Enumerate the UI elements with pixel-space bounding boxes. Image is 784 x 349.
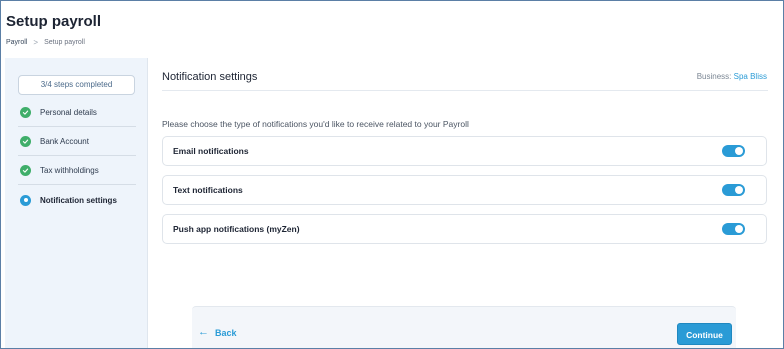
check-icon bbox=[20, 136, 31, 147]
breadcrumb-separator: > bbox=[33, 38, 39, 47]
push-notifications-toggle[interactable] bbox=[722, 223, 745, 235]
text-notifications-row: Text notifications bbox=[162, 175, 767, 205]
notification-label: Email notifications bbox=[173, 146, 249, 156]
step-personal-details[interactable]: Personal details bbox=[18, 99, 136, 127]
page-header: Setup payroll Payroll > Setup payroll bbox=[1, 1, 783, 51]
business-indicator: Business: Spa Bliss bbox=[697, 72, 767, 81]
wizard-footer: ← Back Continue bbox=[192, 306, 736, 348]
notification-label: Text notifications bbox=[173, 185, 243, 195]
step-label: Notification settings bbox=[40, 195, 117, 205]
section-title: Notification settings bbox=[162, 71, 258, 83]
steps-progress-badge: 3/4 steps completed bbox=[18, 75, 135, 95]
toggle-knob bbox=[735, 186, 743, 194]
step-label: Tax withholdings bbox=[40, 166, 99, 175]
step-bank-account[interactable]: Bank Account bbox=[18, 128, 136, 156]
back-label: Back bbox=[215, 327, 237, 338]
push-notifications-row: Push app notifications (myZen) bbox=[162, 214, 767, 244]
section-divider bbox=[162, 90, 768, 91]
business-name: Spa Bliss bbox=[733, 72, 767, 81]
instruction-text: Please choose the type of notifications … bbox=[162, 119, 469, 129]
current-step-icon bbox=[20, 194, 31, 206]
step-label: Bank Account bbox=[40, 137, 89, 146]
notification-label: Push app notifications (myZen) bbox=[173, 224, 300, 234]
breadcrumb-payroll-link[interactable]: Payroll bbox=[6, 39, 27, 46]
step-notification-settings[interactable]: Notification settings bbox=[18, 186, 136, 214]
steps-sidebar: 3/4 steps completed Personal details Ban… bbox=[5, 58, 148, 348]
step-label: Personal details bbox=[40, 108, 97, 117]
breadcrumb-current: Setup payroll bbox=[44, 39, 85, 46]
email-notifications-toggle[interactable] bbox=[722, 145, 745, 157]
continue-button[interactable]: Continue bbox=[677, 323, 732, 345]
business-label: Business: bbox=[696, 72, 732, 81]
page-title: Setup payroll bbox=[6, 13, 102, 30]
check-icon bbox=[20, 165, 31, 176]
text-notifications-toggle[interactable] bbox=[722, 184, 745, 196]
breadcrumb: Payroll > Setup payroll bbox=[6, 38, 85, 47]
arrow-left-icon: ← bbox=[198, 326, 209, 338]
back-button[interactable]: ← Back bbox=[198, 327, 237, 338]
check-icon bbox=[20, 107, 31, 118]
toggle-knob bbox=[735, 147, 743, 155]
email-notifications-row: Email notifications bbox=[162, 136, 767, 166]
toggle-knob bbox=[735, 225, 743, 233]
step-tax-withholdings[interactable]: Tax withholdings bbox=[18, 157, 136, 185]
